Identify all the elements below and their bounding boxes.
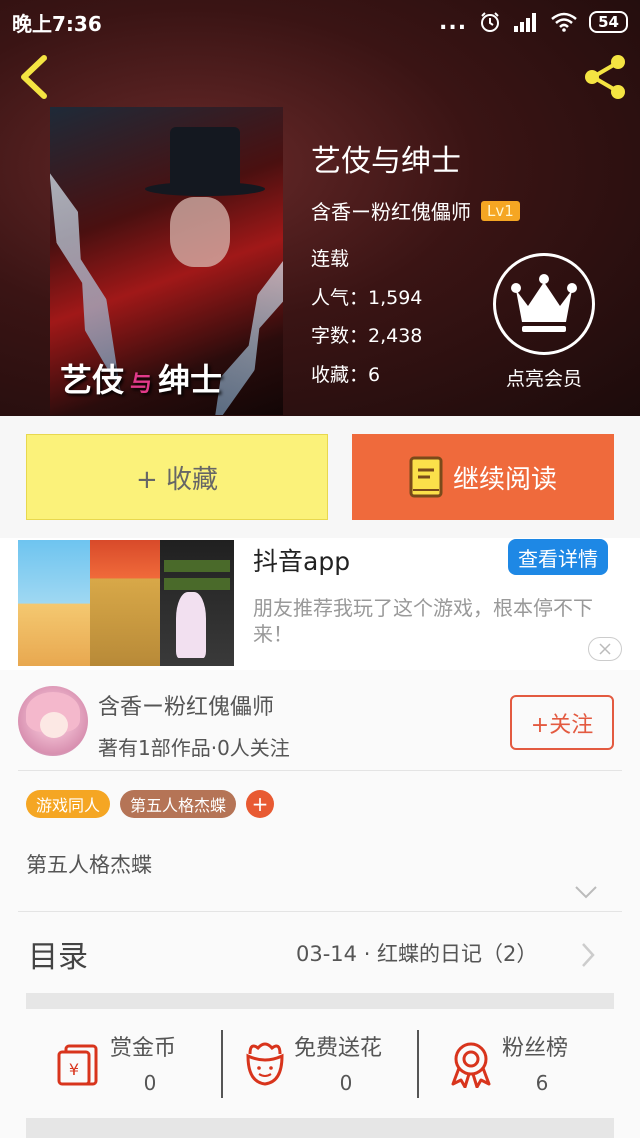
ad-thumbnail[interactable] xyxy=(160,540,234,666)
section-separator xyxy=(26,993,614,1009)
stat-name: 免费送花 xyxy=(294,1036,383,1061)
level-badge: Lv1 xyxy=(481,200,520,221)
notification-dots: ... xyxy=(439,9,468,35)
book-intro: 第五人格杰蝶 xyxy=(26,853,152,877)
battery-indicator: 54 xyxy=(589,11,628,33)
cover-art-brim xyxy=(145,182,265,196)
tag-item[interactable]: 游戏同人 xyxy=(26,790,111,818)
flower-icon xyxy=(246,1042,284,1086)
latest-chapter[interactable]: 03-14 · 红蝶的日记（2） xyxy=(296,938,537,968)
divider xyxy=(417,1030,419,1098)
section-separator xyxy=(26,1118,614,1138)
back-icon[interactable] xyxy=(14,54,54,100)
ad-thumbnail[interactable] xyxy=(90,540,160,666)
avatar[interactable] xyxy=(18,686,88,756)
add-tag-button[interactable]: + xyxy=(246,790,275,818)
author-card-name[interactable]: 含香ー粉红傀儡师 xyxy=(98,689,274,721)
ad-detail-button[interactable]: 查看详情 xyxy=(508,539,608,575)
divider xyxy=(221,1030,223,1098)
crown-icon xyxy=(511,274,577,332)
book-title: 艺伎与绅士 xyxy=(311,144,461,179)
vip-button[interactable] xyxy=(493,253,595,355)
tag-list: 游戏同人 第五人格杰蝶 + xyxy=(26,790,275,818)
medal-icon xyxy=(451,1042,491,1088)
add-favorite-button[interactable]: + 收藏 xyxy=(26,434,328,520)
divider xyxy=(18,911,622,912)
stat-value: 6 xyxy=(535,1071,549,1095)
chevron-right-icon[interactable] xyxy=(580,942,596,968)
ad-close-button[interactable] xyxy=(588,637,622,661)
red-envelope-icon: ¥ xyxy=(57,1044,98,1086)
author-row: 含香ー粉红傀儡师 Lv1 xyxy=(311,196,520,225)
follow-button[interactable]: +关注 xyxy=(510,695,614,750)
alarm-icon xyxy=(481,12,500,32)
stat-name: 粉丝榜 xyxy=(502,1036,569,1061)
wifi-icon xyxy=(551,12,577,32)
tag-item[interactable]: 第五人格杰蝶 xyxy=(120,790,237,818)
fan-ranking-stat[interactable]: 粉丝榜 6 xyxy=(448,1030,598,1102)
popularity-count: 人气：1,594 xyxy=(311,287,423,309)
book-icon xyxy=(409,456,443,498)
cover-art-face xyxy=(170,197,230,267)
chevron-down-icon[interactable] xyxy=(574,884,598,900)
continue-reading-button[interactable]: 继续阅读 xyxy=(352,434,614,520)
cover-art-hat xyxy=(170,127,240,187)
favorite-count: 收藏：6 xyxy=(311,364,381,386)
divider xyxy=(18,770,622,771)
reward-coins-stat[interactable]: ¥ 赏金币 0 xyxy=(56,1030,216,1102)
book-header: 晚上7:36 ... 54 艺伎 与 绅士 艺伎与绅士 含香ー粉红傀儡师 Lv1… xyxy=(0,0,640,416)
ad-app-name: 抖音app xyxy=(253,547,351,576)
svg-text:¥: ¥ xyxy=(69,1060,79,1079)
stat-value: 0 xyxy=(339,1071,353,1095)
toc-label: 目录 xyxy=(28,940,88,975)
share-icon[interactable] xyxy=(580,52,630,102)
status-bar: 晚上7:36 ... 54 xyxy=(0,0,640,44)
vip-label[interactable]: 点亮会员 xyxy=(488,364,600,391)
author-name[interactable]: 含香ー粉红傀儡师 xyxy=(311,196,471,225)
ad-description: 朋友推荐我玩了这个游戏，根本停不下来！ xyxy=(253,596,593,646)
close-icon xyxy=(599,643,611,655)
serial-status: 连载 xyxy=(311,248,350,270)
status-time: 晚上7:36 xyxy=(12,11,102,36)
continue-reading-label: 继续阅读 xyxy=(452,464,557,495)
cover-title: 艺伎与绅士 xyxy=(60,361,223,399)
signal-icon xyxy=(514,13,537,32)
stat-name: 赏金币 xyxy=(110,1036,177,1061)
author-card-stats: 著有1部作品·0人关注 xyxy=(98,736,290,760)
free-flower-stat[interactable]: 免费送花 0 xyxy=(242,1030,412,1102)
ad-thumbnail[interactable] xyxy=(18,540,90,666)
stat-value: 0 xyxy=(143,1071,157,1095)
word-count: 字数：2,438 xyxy=(311,325,423,347)
book-cover[interactable]: 艺伎与绅士 xyxy=(50,107,283,415)
